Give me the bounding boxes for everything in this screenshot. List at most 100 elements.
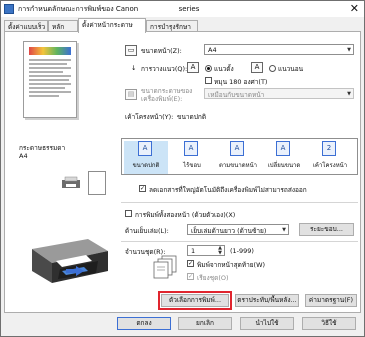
copies-range: (1-999) xyxy=(230,247,254,255)
auto-reduce-checkbox[interactable]: ✓ xyxy=(139,185,146,192)
tab-quick-setup-label: ตั้งค่าแบบเร็ว xyxy=(8,23,46,31)
ok-button[interactable]: ตกลง xyxy=(117,317,171,330)
stamp-background-label: ตราประทับ/พื้นหลัง... xyxy=(237,296,297,304)
preview-text-line xyxy=(29,59,71,61)
layout-item-label: เค้าโครงหน้า xyxy=(312,162,348,169)
stapling-side-label: ด้านเย็บเล่ม(L): xyxy=(125,227,169,235)
help-label: วิธีใช้ xyxy=(321,319,337,327)
orientation-label: การวางแนว(Q): xyxy=(141,65,188,73)
printer-illustration xyxy=(32,239,108,283)
print-options-button[interactable]: ตัวเลือกการพิมพ์... xyxy=(158,291,232,310)
portrait-label: แนวตั้ง xyxy=(214,65,234,73)
borderless-icon: A xyxy=(184,141,198,156)
margin-button[interactable]: ระยะขอบ... xyxy=(299,223,354,236)
chevron-down-icon: ▼ xyxy=(347,91,351,97)
page-layout-icon: 2 xyxy=(322,141,336,156)
tab-page-setup-label: ตั้งค่าหน้ากระดาษ xyxy=(82,21,133,29)
duplex-label: การพิมพ์ทั้งสองหน้า (ด้วยตัวเอง)(X) xyxy=(135,211,236,219)
portrait-icon: A xyxy=(187,62,199,73)
layout-item-fit-to-page[interactable]: A ตามขนาดหน้า xyxy=(216,141,260,174)
preview-text-line xyxy=(29,95,59,97)
margin-button-label: ระยะขอบ... xyxy=(310,225,343,233)
copies-input[interactable]: 1 ▲ ▼ xyxy=(187,245,225,256)
spinner-arrows-icon[interactable]: ▲ ▼ xyxy=(218,246,222,255)
orientation-arrow-icon: ↓ xyxy=(131,64,137,72)
chevron-down-icon: ▼ xyxy=(347,47,351,53)
last-page-first-checkbox[interactable]: ✓ xyxy=(187,260,194,267)
copies-stack-icon xyxy=(153,255,177,279)
preview-text-line xyxy=(29,71,63,73)
preview-paper-size: A4 xyxy=(19,152,28,160)
rotate-180-label: หมุน 180 องศา(T) xyxy=(214,78,268,86)
stapling-side-select[interactable]: เย็บเล่มด้านยาว (ด้านซ้าย) ▼ xyxy=(187,224,289,235)
cancel-label: ยกเลิก xyxy=(196,319,214,327)
landscape-radio[interactable] xyxy=(269,65,276,72)
stamp-background-button[interactable]: ตราประทับ/พื้นหลัง... xyxy=(235,294,299,307)
defaults-button[interactable]: ค่ามาตรฐาน(F) xyxy=(305,294,357,307)
printer-paper-size-label: ขนาดกระดาษของเครื่องพิมพ์(E): xyxy=(141,87,193,103)
portrait-radio[interactable] xyxy=(205,65,212,72)
preview-image xyxy=(29,47,71,55)
defaults-label: ค่ามาตรฐาน(F) xyxy=(308,296,354,304)
page-layout-label: เค้าโครงหน้า(Y): xyxy=(125,113,174,121)
page-layout-current: ขนาดปกติ xyxy=(177,113,207,121)
window-title-suffix: series xyxy=(178,5,200,13)
small-printer-icon xyxy=(62,176,80,188)
duplex-checkbox[interactable] xyxy=(125,210,132,217)
landscape-label: แนวนอน xyxy=(278,65,304,73)
preview-text-line xyxy=(29,63,67,65)
page-size-label: ขนาดหน้า(Z): xyxy=(141,47,182,55)
page-preview xyxy=(23,41,77,118)
layout-item-label: ไร้ขอบ xyxy=(183,162,201,169)
apply-button[interactable]: นำไปใช้ xyxy=(240,317,294,330)
collate-checkbox[interactable]: ✓ xyxy=(187,273,194,280)
page-size-value: A4 xyxy=(208,46,217,54)
separator xyxy=(121,241,358,242)
title-bar: การกำหนดลักษณะการพิมพ์ของ Canon series ✕ xyxy=(1,1,364,17)
window-title: การกำหนดลักษณะการพิมพ์ของ Canon series xyxy=(18,4,199,15)
page-layout-list[interactable]: A ขนาดปกติ A ไร้ขอบ A ตามขนาดหน้า A เปลี… xyxy=(121,138,358,175)
tab-maintenance-label: การบำรุงรักษา xyxy=(150,23,191,31)
page-size-icon: ▭ xyxy=(125,45,137,56)
preview-text-line xyxy=(29,83,71,85)
layout-item-page-layout[interactable]: 2 เค้าโครงหน้า xyxy=(308,141,352,174)
print-options-label: ตัวเลือกการพิมพ์... xyxy=(168,296,222,304)
layout-item-borderless[interactable]: A ไร้ขอบ xyxy=(170,141,214,174)
printer-app-icon xyxy=(4,4,14,14)
layout-item-label: เปลี่ยนขนาด xyxy=(267,162,301,169)
paper-output-icon xyxy=(88,171,106,195)
window-title-text: การกำหนดลักษณะการพิมพ์ของ Canon xyxy=(18,5,139,13)
ok-label: ตกลง xyxy=(136,319,152,327)
fit-to-page-icon: A xyxy=(230,141,244,156)
printer-paper-size-value: เหมือนกับขนาดหน้า xyxy=(208,91,265,99)
scaled-icon: A xyxy=(276,141,290,156)
layout-item-label: ขนาดปกติ xyxy=(132,162,160,169)
apply-label: นำไปใช้ xyxy=(255,319,279,327)
preview-text-line xyxy=(29,75,71,77)
close-icon[interactable]: ✕ xyxy=(350,2,359,15)
layout-item-scaled[interactable]: A เปลี่ยนขนาด xyxy=(262,141,306,174)
layout-item-label: ตามขนาดหน้า xyxy=(218,162,258,169)
tab-page-setup[interactable]: ตั้งค่าหน้ากระดาษ xyxy=(78,18,146,33)
printer-paper-size-select[interactable]: เหมือนกับขนาดหน้า ▼ xyxy=(204,88,354,99)
stapling-side-value: เย็บเล่มด้านยาว (ด้านซ้าย) xyxy=(191,227,267,235)
chevron-down-icon: ▼ xyxy=(282,227,286,233)
layout-item-normal[interactable]: A ขนาดปกติ xyxy=(124,141,168,174)
cancel-button[interactable]: ยกเลิก xyxy=(178,317,232,330)
print-preferences-window: การกำหนดลักษณะการพิมพ์ของ Canon series ✕… xyxy=(0,0,365,337)
preview-text-line xyxy=(29,87,65,89)
copies-value: 1 xyxy=(191,247,196,255)
rotate-180-checkbox[interactable] xyxy=(205,77,212,84)
preview-text-line xyxy=(29,67,71,69)
normal-size-icon: A xyxy=(138,141,152,156)
collate-label: เรียงชุด(O) xyxy=(197,274,229,282)
landscape-icon: A xyxy=(251,62,263,73)
separator xyxy=(121,202,358,203)
printer-paper-size-icon: ▤ xyxy=(125,89,137,100)
tab-main-label: หลัก xyxy=(52,23,65,31)
preview-text-line xyxy=(29,79,69,81)
help-button[interactable]: วิธีใช้ xyxy=(302,317,356,330)
last-page-first-label: พิมพ์จากหน้าสุดท้าย(W) xyxy=(197,261,266,269)
preview-text-line xyxy=(29,91,71,93)
page-size-select[interactable]: A4 ▼ xyxy=(204,44,354,55)
